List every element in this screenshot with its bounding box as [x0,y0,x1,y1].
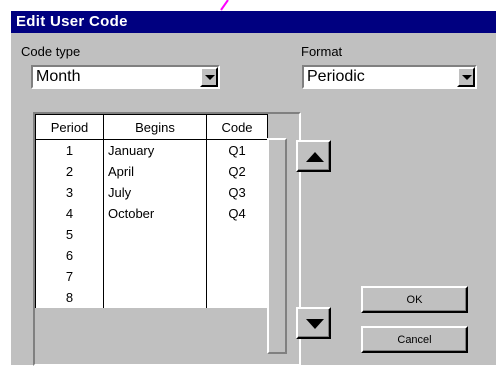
column-header-period: Period [35,114,104,140]
code-cell[interactable] [206,266,268,287]
period-cell: 2 [35,161,104,182]
cancel-button[interactable]: Cancel [361,326,468,353]
period-table: Period Begins Code 1 January Q1 2 April … [33,112,301,366]
move-down-button[interactable] [296,307,331,339]
period-cell: 8 [35,287,104,308]
period-cell: 6 [35,245,104,266]
code-cell[interactable] [206,245,268,266]
code-cell[interactable]: Q2 [206,161,268,182]
code-type-value: Month [36,68,81,85]
chevron-down-icon [462,75,472,80]
begins-cell[interactable]: January [103,139,207,161]
format-label: Format [301,44,343,59]
cancel-button-label: Cancel [397,333,432,346]
column-header-code: Code [206,114,268,140]
table-row[interactable]: 4 October Q4 [35,203,268,224]
period-cell: 3 [35,182,104,203]
period-cell: 5 [35,224,104,245]
ok-button-label: OK [406,293,423,306]
table-row[interactable]: 5 [35,224,268,245]
code-cell[interactable] [206,287,268,308]
code-cell[interactable]: Q1 [206,139,268,161]
table-row[interactable]: 8 [35,287,268,308]
format-select[interactable]: Periodic [302,65,477,89]
code-cell[interactable] [206,224,268,245]
table-header-row: Period Begins Code [35,114,268,140]
begins-cell[interactable]: July [103,182,207,203]
chevron-down-icon [205,75,215,80]
period-cell: 7 [35,266,104,287]
period-grid: Period Begins Code 1 January Q1 2 April … [35,114,268,308]
period-cell: 4 [35,203,104,224]
pink-mark [220,0,229,11]
code-cell[interactable]: Q3 [206,182,268,203]
triangle-up-icon [306,152,324,162]
code-cell[interactable]: Q4 [206,203,268,224]
table-row[interactable]: 1 January Q1 [35,139,268,161]
format-value: Periodic [307,68,365,85]
begins-cell[interactable]: April [103,161,207,182]
table-row[interactable]: 3 July Q3 [35,182,268,203]
column-header-begins: Begins [103,114,207,140]
begins-cell[interactable] [103,245,207,266]
code-type-label: Code type [21,44,81,59]
format-dropdown-button[interactable] [457,67,475,87]
dialog-title: Edit User Code [11,11,496,33]
begins-cell[interactable] [103,224,207,245]
begins-cell[interactable] [103,287,207,308]
table-row[interactable]: 2 April Q2 [35,161,268,182]
table-row[interactable]: 6 [35,245,268,266]
triangle-down-icon [306,319,324,329]
move-up-button[interactable] [296,140,331,172]
begins-cell[interactable]: October [103,203,207,224]
begins-cell[interactable] [103,266,207,287]
period-cell: 1 [35,139,104,161]
table-scrollbar[interactable] [267,138,287,354]
code-type-dropdown-button[interactable] [200,67,218,87]
edit-user-code-dialog: Edit User Code Code type Month Format Pe… [11,11,496,366]
table-row[interactable]: 7 [35,266,268,287]
ok-button[interactable]: OK [361,286,468,313]
code-type-select[interactable]: Month [31,65,220,89]
